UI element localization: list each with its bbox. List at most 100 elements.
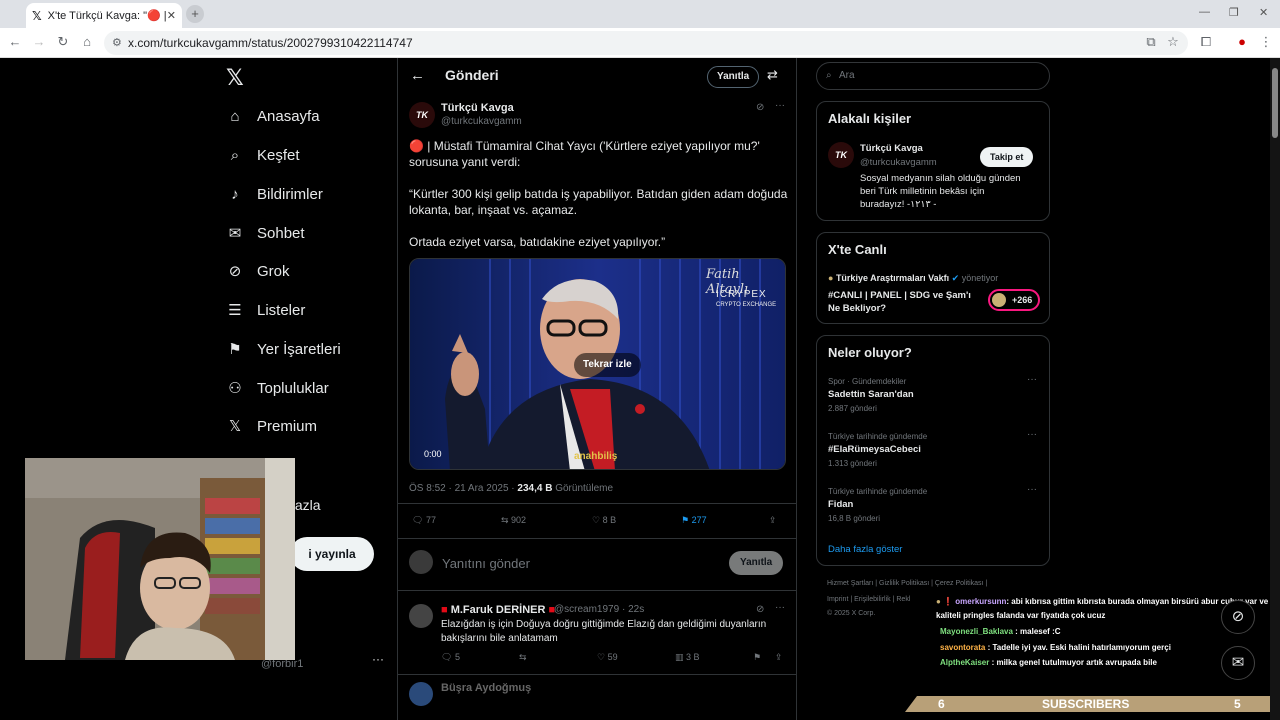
- browser-tab[interactable]: 𝕏 X'te Türkçü Kavga: "🔴 | Müstafi ✕: [26, 3, 182, 28]
- nav-item-explore[interactable]: ⌕ Keşfet: [226, 146, 300, 164]
- scroll-thumb[interactable]: [1272, 68, 1278, 138]
- reload-icon[interactable]: ↻: [55, 34, 71, 50]
- page-scrollbar[interactable]: [1270, 58, 1280, 720]
- nav-item-notifications[interactable]: ♪ Bildirimler: [226, 185, 323, 203]
- maximize-icon[interactable]: ❐: [1229, 6, 1239, 19]
- live-title: X'te Canlı: [828, 242, 887, 257]
- live-host-row[interactable]: ● Türkiye Araştırmaları Vakfı ✔ yönetiyo…: [828, 273, 998, 284]
- current-user-avatar[interactable]: [409, 550, 433, 574]
- related-handle[interactable]: @turkcukavgamm: [860, 157, 937, 168]
- profile-icon[interactable]: ●: [1234, 34, 1250, 49]
- share-icon[interactable]: ⇪: [769, 515, 777, 526]
- address-bar[interactable]: ⚙ x.com/turkcukavgamm/status/20027993104…: [104, 31, 1188, 55]
- nav-item-chat[interactable]: ✉ Sohbet: [226, 224, 305, 243]
- x-icon: 𝕏: [228, 418, 242, 435]
- install-icon[interactable]: ⧉: [1143, 34, 1159, 50]
- trend-context: Spor · Gündemdekiler: [828, 377, 907, 386]
- live-topic-line[interactable]: #CANLI | PANEL | SDG ve Şam'ı: [828, 290, 971, 301]
- site-info-icon[interactable]: ⚙: [112, 31, 122, 55]
- bookmark-icon[interactable]: ⚑: [753, 652, 761, 663]
- reply-handle[interactable]: @scream1979 · 22s: [554, 604, 644, 615]
- x-logo-icon[interactable]: 𝕏: [226, 65, 244, 91]
- trend-name[interactable]: #ElaRümeysaCebeci: [828, 444, 921, 455]
- like-action[interactable]: ♡ 59: [597, 652, 618, 663]
- nav-item-bookmarks[interactable]: ⚑ Yer İşaretleri: [226, 340, 341, 359]
- grok-icon[interactable]: ⊘: [756, 604, 764, 615]
- follow-button[interactable]: Takip et: [980, 147, 1034, 167]
- bookmark-icon: ⚑: [681, 515, 692, 525]
- reply-action[interactable]: 🗨 5: [441, 652, 460, 663]
- home-icon[interactable]: ⌂: [79, 34, 95, 49]
- extensions-icon[interactable]: ⧠: [1198, 34, 1214, 50]
- page-viewport: 𝕏 ⌂ Anasayfa ⌕ Keşfet ♪ Bildirimler ✉ So…: [0, 58, 1280, 720]
- share-icon[interactable]: ⇪: [775, 652, 783, 663]
- video-player[interactable]: Fatih Altaylı ICRYPEX CRYPTO EXCHANGE an…: [409, 258, 786, 470]
- related-name[interactable]: Türkçü Kavga: [860, 143, 923, 154]
- views-action[interactable]: ▥ 3 B: [675, 652, 700, 663]
- reply-name-text: M.Faruk DERİNER: [450, 604, 546, 616]
- messages-fab-icon[interactable]: ✉: [1221, 646, 1255, 680]
- replay-button[interactable]: Tekrar izle: [574, 353, 641, 377]
- trend-more-icon[interactable]: ···: [1027, 429, 1037, 440]
- back-arrow-icon[interactable]: ←: [410, 67, 425, 84]
- reply-author-name[interactable]: ■ M.Faruk DERİNER ■: [441, 604, 555, 616]
- url-text: x.com/turkcukavgamm/status/2002799310422…: [128, 36, 413, 50]
- browser-toolbar: ← → ↻ ⌂ ⚙ x.com/turkcukavgamm/status/200…: [0, 28, 1280, 58]
- bookmark-action[interactable]: ⚑ 277: [681, 515, 707, 526]
- author-avatar[interactable]: TK: [409, 102, 435, 128]
- reply-submit-button[interactable]: Yanıtla: [729, 551, 784, 575]
- nav-item-lists[interactable]: ☰ Listeler: [226, 301, 306, 320]
- post-button[interactable]: i yayınla: [290, 537, 374, 571]
- more-icon[interactable]: ···: [775, 602, 785, 613]
- profile-more-icon[interactable]: ···: [372, 652, 384, 666]
- related-people-card: Alakalı kişiler TK Türkçü Kavga @turkcuk…: [816, 101, 1050, 221]
- star-icon[interactable]: ☆: [1165, 34, 1181, 50]
- nav-item-premium[interactable]: 𝕏 Premium: [226, 417, 317, 436]
- nav-label: Listeler: [257, 301, 306, 319]
- repost-icon[interactable]: ⇆: [519, 652, 527, 663]
- footer-links[interactable]: Hizmet Şartları | Gizlilik Politikası | …: [827, 580, 987, 587]
- grok-icon[interactable]: ⊘: [756, 102, 764, 113]
- trend-more-icon[interactable]: ···: [1027, 484, 1037, 495]
- nav-item-grok[interactable]: ⊘ Grok: [226, 262, 290, 281]
- minimize-icon[interactable]: —: [1199, 6, 1210, 18]
- reply-input[interactable]: Yanıtını gönder: [442, 556, 530, 571]
- nav-label: Yer İşaretleri: [257, 340, 341, 358]
- reply-avatar[interactable]: [409, 604, 433, 628]
- divider: [398, 674, 796, 675]
- chat-message: AlptheKaiser : milka genel tutulmuyor ar…: [940, 655, 1157, 670]
- reply-avatar[interactable]: [409, 682, 433, 706]
- back-icon[interactable]: ←: [7, 34, 23, 49]
- related-avatar[interactable]: TK: [828, 142, 854, 168]
- search-input[interactable]: ⌕ Ara: [816, 62, 1050, 90]
- author-handle[interactable]: @turkcukavgamm: [441, 116, 522, 127]
- post-time[interactable]: ÖS 8:52 · 21 Ara 2025 ·: [409, 483, 517, 494]
- live-listeners[interactable]: +266: [988, 289, 1040, 311]
- forward-icon[interactable]: →: [31, 34, 47, 49]
- post-meta: ÖS 8:52 · 21 Ara 2025 · 234,4 B Görüntül…: [409, 483, 613, 494]
- nav-item-home[interactable]: ⌂ Anasayfa: [226, 107, 319, 125]
- menu-icon[interactable]: ⋮: [1258, 34, 1274, 50]
- sliders-icon[interactable]: ⇄: [767, 67, 778, 83]
- new-tab-button[interactable]: +: [186, 5, 204, 23]
- header-reply-button[interactable]: Yanıtla: [707, 66, 760, 88]
- nav-item-communities[interactable]: ⚇ Topluluklar: [226, 379, 328, 398]
- trend-name[interactable]: Fidan: [828, 499, 853, 510]
- repost-action[interactable]: ⇆ 902: [501, 515, 526, 526]
- window-close-icon[interactable]: ✕: [1259, 6, 1268, 19]
- like-action[interactable]: ♡ 8 B: [592, 515, 616, 526]
- author-name[interactable]: Türkçü Kavga: [441, 102, 514, 114]
- watermark-logo: anahbiliş: [574, 451, 618, 462]
- trend-more-icon[interactable]: ···: [1027, 374, 1037, 385]
- nav-more-label[interactable]: fazla: [291, 497, 321, 513]
- next-reply-name[interactable]: Büşra Aydoğmuş: [441, 682, 531, 694]
- footer-links[interactable]: Imprint | Erişilebilirlik | Rekl: [827, 596, 910, 603]
- more-icon[interactable]: ···: [775, 100, 785, 111]
- footer-copyright: © 2025 X Corp.: [827, 610, 876, 617]
- tab-close-icon[interactable]: ✕: [167, 9, 176, 22]
- live-topic-line[interactable]: Ne Bekliyor?: [828, 303, 886, 314]
- show-more-link[interactable]: Daha fazla göster: [828, 544, 902, 555]
- reply-action[interactable]: 🗨 77: [412, 515, 436, 526]
- grok-fab-icon[interactable]: ⊘: [1221, 600, 1255, 634]
- trend-name[interactable]: Sadettin Saran'dan: [828, 389, 914, 400]
